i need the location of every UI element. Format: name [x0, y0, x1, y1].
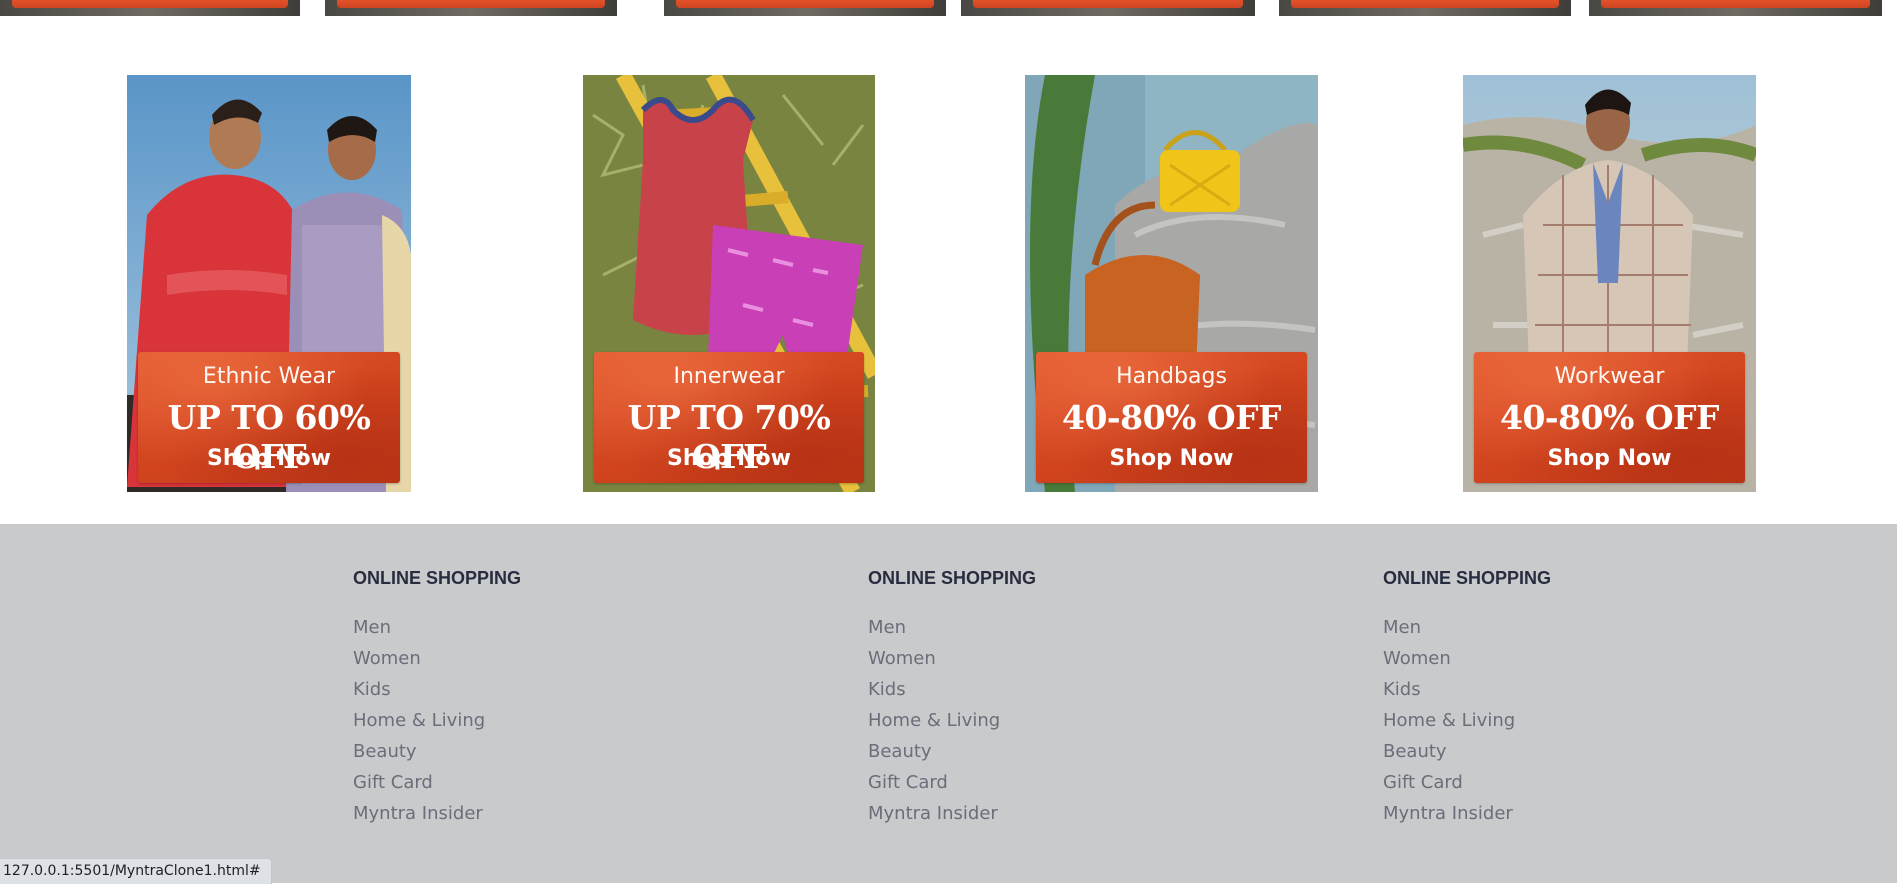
footer-link-myntra-insider[interactable]: Myntra Insider — [868, 798, 1268, 829]
footer-link-list: Men Women Kids Home & Living Beauty Gift… — [1383, 612, 1783, 829]
previous-offer-row — [0, 0, 1897, 16]
footer-link-kids[interactable]: Kids — [353, 674, 753, 705]
offer-card-partial[interactable] — [664, 0, 946, 16]
footer-link-beauty[interactable]: Beauty — [1383, 736, 1783, 767]
footer-link-home-living[interactable]: Home & Living — [868, 705, 1268, 736]
footer-heading: ONLINE SHOPPING — [1383, 568, 1552, 588]
offer-category: Ethnic Wear — [202, 364, 336, 389]
site-footer: ONLINE SHOPPING Men Women Kids Home & Li… — [0, 524, 1897, 883]
footer-link-myntra-insider[interactable]: Myntra Insider — [1383, 798, 1783, 829]
footer-link-beauty[interactable]: Beauty — [353, 736, 753, 767]
footer-link-women[interactable]: Women — [353, 643, 753, 674]
footer-link-men[interactable]: Men — [1383, 612, 1783, 643]
offer-banner: Workwear 40-80% OFF Shop Now — [1474, 352, 1745, 483]
footer-link-home-living[interactable]: Home & Living — [353, 705, 753, 736]
offer-card-innerwear[interactable]: Innerwear UP TO 70% OFF Shop Now — [583, 75, 875, 492]
offer-card-partial[interactable] — [325, 0, 617, 16]
offer-category: Workwear — [1554, 364, 1665, 389]
footer-link-kids[interactable]: Kids — [1383, 674, 1783, 705]
offer-category: Innerwear — [673, 364, 785, 389]
footer-link-men[interactable]: Men — [353, 612, 753, 643]
shop-now-button[interactable]: Shop Now — [1036, 446, 1307, 471]
offer-banner: Innerwear UP TO 70% OFF Shop Now — [594, 352, 864, 483]
footer-column-online-shopping: ONLINE SHOPPING Men Women Kids Home & Li… — [868, 564, 1268, 829]
offer-banner: Ethnic Wear UP TO 60% OFF Shop Now — [138, 352, 400, 483]
shop-now-button[interactable]: Shop Now — [594, 446, 864, 471]
footer-link-gift-card[interactable]: Gift Card — [868, 767, 1268, 798]
footer-link-gift-card[interactable]: Gift Card — [353, 767, 753, 798]
footer-link-beauty[interactable]: Beauty — [868, 736, 1268, 767]
offer-banner: Handbags 40-80% OFF Shop Now — [1036, 352, 1307, 483]
offer-card-partial[interactable] — [0, 0, 300, 16]
offer-card-handbags[interactable]: Handbags 40-80% OFF Shop Now — [1025, 75, 1318, 492]
footer-heading: ONLINE SHOPPING — [353, 568, 522, 588]
footer-link-gift-card[interactable]: Gift Card — [1383, 767, 1783, 798]
footer-link-list: Men Women Kids Home & Living Beauty Gift… — [868, 612, 1268, 829]
offer-card-partial[interactable] — [961, 0, 1255, 16]
footer-column-online-shopping: ONLINE SHOPPING Men Women Kids Home & Li… — [353, 564, 753, 829]
footer-link-women[interactable]: Women — [1383, 643, 1783, 674]
offer-card-partial[interactable] — [1589, 0, 1882, 16]
offer-category: Handbags — [1116, 364, 1227, 389]
footer-link-list: Men Women Kids Home & Living Beauty Gift… — [353, 612, 753, 829]
status-bar-url: 127.0.0.1:5501/MyntraClone1.html# — [0, 858, 272, 884]
offer-discount: 40-80% OFF — [1500, 398, 1720, 437]
shop-now-button[interactable]: Shop Now — [138, 446, 400, 471]
offer-discount: 40-80% OFF — [1062, 398, 1282, 437]
offer-card-ethnic-wear[interactable]: Ethnic Wear UP TO 60% OFF Shop Now — [127, 75, 411, 492]
footer-link-kids[interactable]: Kids — [868, 674, 1268, 705]
footer-link-men[interactable]: Men — [868, 612, 1268, 643]
footer-column-online-shopping: ONLINE SHOPPING Men Women Kids Home & Li… — [1383, 564, 1783, 829]
offer-card-partial[interactable] — [1279, 0, 1571, 16]
footer-heading: ONLINE SHOPPING — [868, 568, 1037, 588]
footer-link-home-living[interactable]: Home & Living — [1383, 705, 1783, 736]
footer-link-women[interactable]: Women — [868, 643, 1268, 674]
offer-card-workwear[interactable]: Workwear 40-80% OFF Shop Now — [1463, 75, 1756, 492]
shop-now-button[interactable]: Shop Now — [1474, 446, 1745, 471]
footer-link-myntra-insider[interactable]: Myntra Insider — [353, 798, 753, 829]
